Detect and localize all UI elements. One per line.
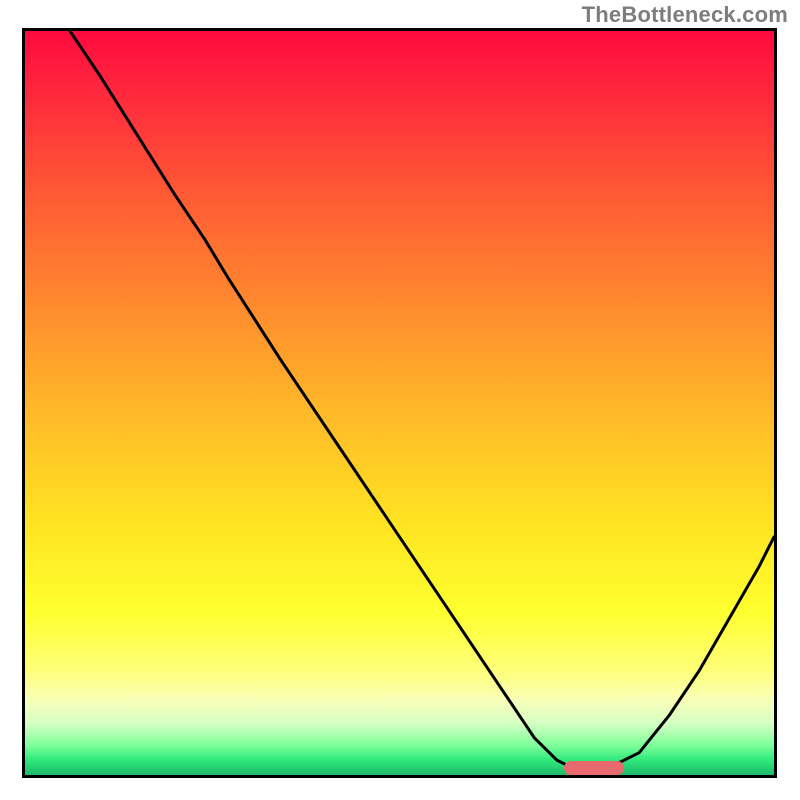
curve-path [70, 31, 774, 768]
optimal-range-marker [564, 761, 624, 775]
watermark-text: TheBottleneck.com [582, 2, 788, 28]
bottleneck-curve [25, 31, 774, 775]
chart-frame [22, 28, 777, 778]
